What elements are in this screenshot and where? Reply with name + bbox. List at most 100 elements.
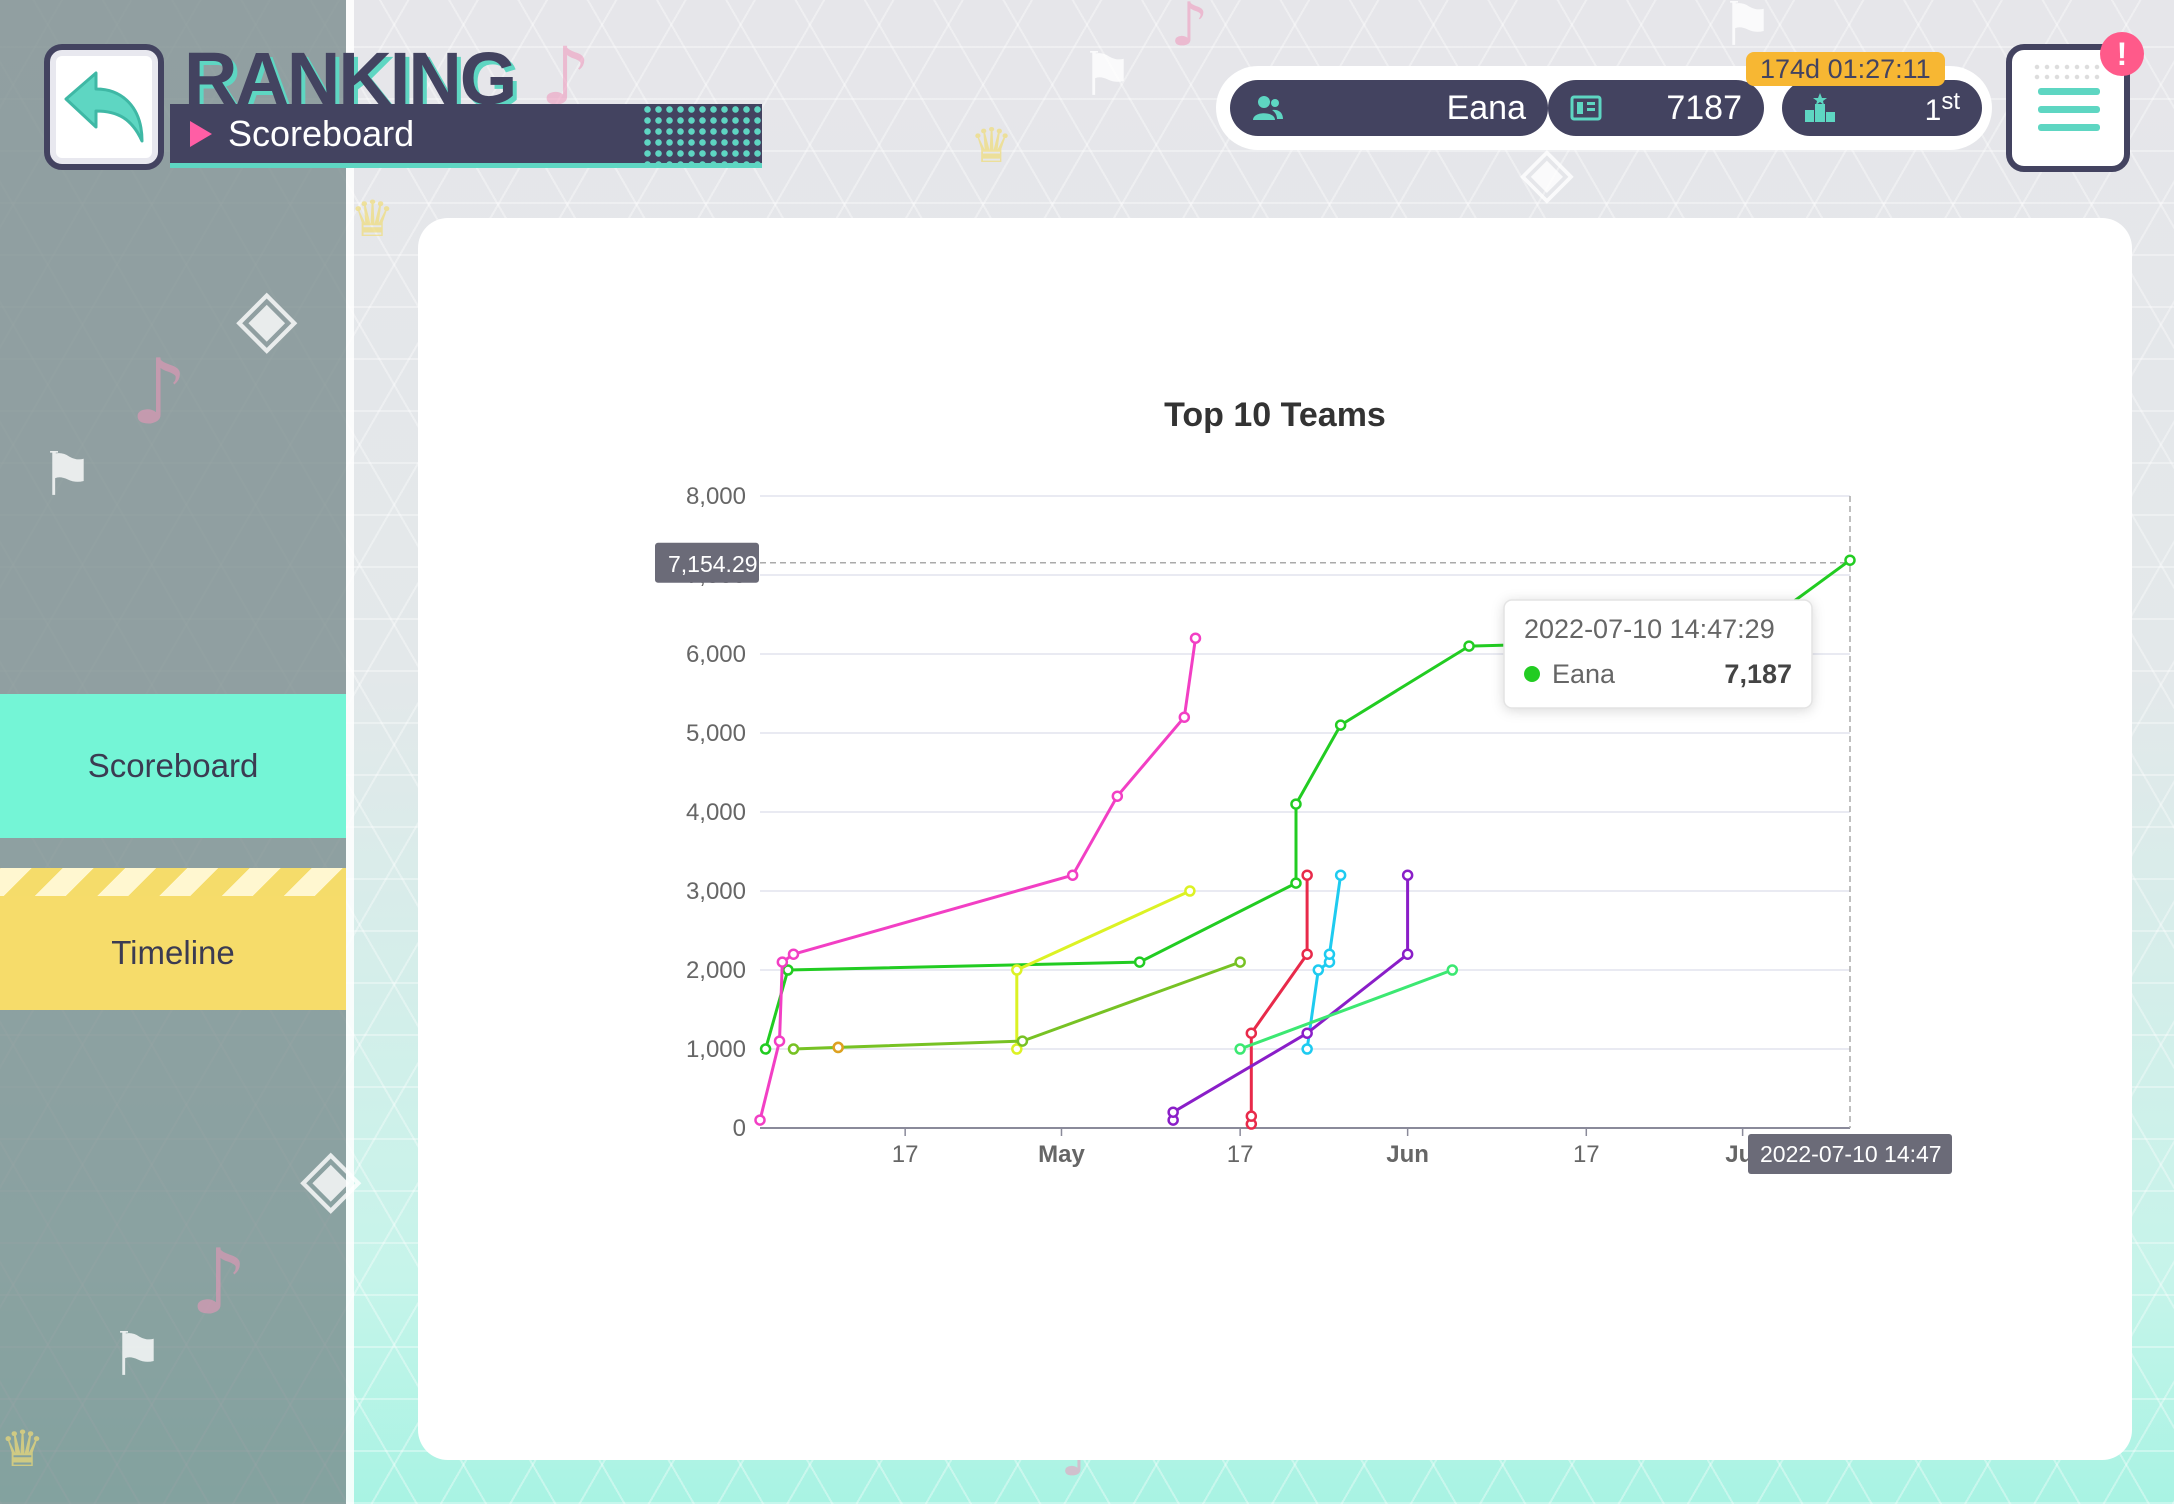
data-point xyxy=(1189,632,1202,644)
flag-icon: ⚑ xyxy=(1080,40,1134,110)
data-point xyxy=(1301,869,1313,881)
data-point xyxy=(787,948,800,960)
data-point xyxy=(1011,964,1023,976)
points-pill[interactable]: 7187 xyxy=(1548,80,1764,136)
x-tick-label: Jun xyxy=(1386,1141,1429,1168)
y-tick-label: 3,000 xyxy=(686,878,746,905)
x-tick-label: 17 xyxy=(1227,1141,1254,1168)
data-point xyxy=(832,1041,844,1054)
chart-tooltip: 2022-07-10 14:47:29 Eana 7,187 xyxy=(1503,599,1813,709)
y-tick-label: 6,000 xyxy=(686,641,746,668)
chart-card: Top 10 Teams 0 1,000 2,000 3,000 4,000 5,000 6,… xyxy=(418,218,2132,1460)
tooltip-time: 2022-07-10 14:47:29 xyxy=(1524,614,1775,644)
breadcrumb: Scoreboard xyxy=(170,104,762,168)
diamond-icon: ◈ xyxy=(236,270,298,363)
crown-icon: ♛ xyxy=(970,118,1014,174)
rank-pill[interactable]: 1st xyxy=(1782,80,1982,136)
rank-number: 1 xyxy=(1924,94,1942,127)
data-point xyxy=(1463,640,1475,652)
y-tick-label: 2,000 xyxy=(686,957,746,984)
data-point xyxy=(1234,956,1246,968)
data-point xyxy=(1312,964,1325,976)
line-chart[interactable]: Top 10 Teams 0 1,000 2,000 3,000 4,000 5,000 6,… xyxy=(418,218,2132,1460)
series-line xyxy=(1239,968,1453,1051)
user-name: Eana xyxy=(1446,88,1526,127)
series-1 xyxy=(754,632,1202,1126)
chart-title: Top 10 Teams xyxy=(1164,396,1386,434)
sidebar-item-timeline-stripe xyxy=(0,868,346,896)
crown-icon: ♛ xyxy=(0,1420,45,1478)
data-point xyxy=(1290,877,1302,889)
data-point xyxy=(754,1114,766,1126)
data-point xyxy=(1334,869,1347,881)
podium-icon xyxy=(1805,93,1835,122)
data-point xyxy=(1301,948,1313,960)
data-point xyxy=(1334,719,1347,731)
crosshair-x-label: 2022-07-10 14:47 xyxy=(1748,1134,1952,1174)
data-point xyxy=(1133,956,1146,968)
data-point xyxy=(1446,964,1459,976)
music-note-icon: ♪ xyxy=(130,340,188,445)
alert-badge: ! xyxy=(2100,32,2144,76)
tooltip-value: 7,187 xyxy=(1724,659,1792,689)
data-point xyxy=(776,956,789,968)
crosshair-y-label: 7,154.29 xyxy=(655,542,759,583)
series-4 xyxy=(832,1041,844,1054)
score-card-icon xyxy=(1570,95,1602,121)
dots-decoration xyxy=(2032,62,2104,82)
series-line xyxy=(1171,875,1410,1121)
flag-icon: ⚑ xyxy=(40,440,94,510)
rank-suffix: st xyxy=(1941,88,1960,115)
y-tick-label: 0 xyxy=(733,1115,746,1142)
data-point xyxy=(1234,1043,1246,1055)
data-point xyxy=(1178,711,1191,723)
crosshair-y-label-text: 7,154.29 xyxy=(668,551,758,577)
sidebar-item-label: Scoreboard xyxy=(87,747,259,784)
data-point xyxy=(1066,869,1079,881)
sidebar-item-label: Timeline xyxy=(111,934,235,971)
play-triangle-icon xyxy=(190,120,212,147)
flag-icon: ⚑ xyxy=(110,1320,164,1390)
back-button[interactable] xyxy=(44,44,164,170)
series-6 xyxy=(1301,869,1347,1055)
data-point xyxy=(787,1043,800,1055)
points-value: 7187 xyxy=(1666,88,1742,127)
countdown-timer: 174d 01:27:11 xyxy=(1746,52,1945,86)
series-5 xyxy=(1245,869,1313,1130)
tooltip-series-marker xyxy=(1524,666,1540,682)
x-tick-label: 17 xyxy=(892,1141,919,1168)
data-point xyxy=(1184,885,1196,897)
music-note-icon: ♪ xyxy=(1170,0,1209,60)
user-pill[interactable]: Eana xyxy=(1230,80,1548,136)
data-point xyxy=(1290,798,1302,810)
data-point xyxy=(1844,554,1856,566)
y-tick-label: 4,000 xyxy=(686,799,746,826)
data-point xyxy=(773,1035,786,1047)
halftone-decoration xyxy=(642,104,762,163)
data-point xyxy=(1301,1027,1313,1039)
data-point xyxy=(1245,1110,1258,1122)
data-point xyxy=(1301,1043,1313,1055)
user-icon xyxy=(1253,96,1283,120)
rank-value: 1st xyxy=(1925,88,1960,128)
crosshair-x-label-text: 2022-07-10 14:47 xyxy=(1760,1141,1942,1167)
series-line xyxy=(1249,875,1309,1124)
data-point xyxy=(759,1043,772,1055)
crown-icon: ♛ xyxy=(350,190,395,248)
y-tick-label: 8,000 xyxy=(686,483,746,510)
y-tick-label: 5,000 xyxy=(686,720,746,747)
data-point xyxy=(1245,1027,1258,1039)
x-tick-label: May xyxy=(1038,1141,1085,1168)
flag-icon: ⚑ xyxy=(1720,0,1774,60)
music-note-icon: ♪ xyxy=(190,1230,248,1335)
data-point xyxy=(1016,1035,1029,1047)
sidebar-item-timeline[interactable]: Timeline xyxy=(0,896,346,1010)
back-arrow-icon xyxy=(64,71,144,143)
sidebar-item-scoreboard[interactable]: Scoreboard xyxy=(0,694,346,838)
breadcrumb-label: Scoreboard xyxy=(228,112,415,154)
data-point xyxy=(1401,869,1414,881)
y-tick-label: 1,000 xyxy=(686,1036,746,1063)
data-point xyxy=(1401,948,1414,960)
x-tick-label: 17 xyxy=(1573,1141,1600,1168)
sidebar-divider xyxy=(346,0,354,1504)
